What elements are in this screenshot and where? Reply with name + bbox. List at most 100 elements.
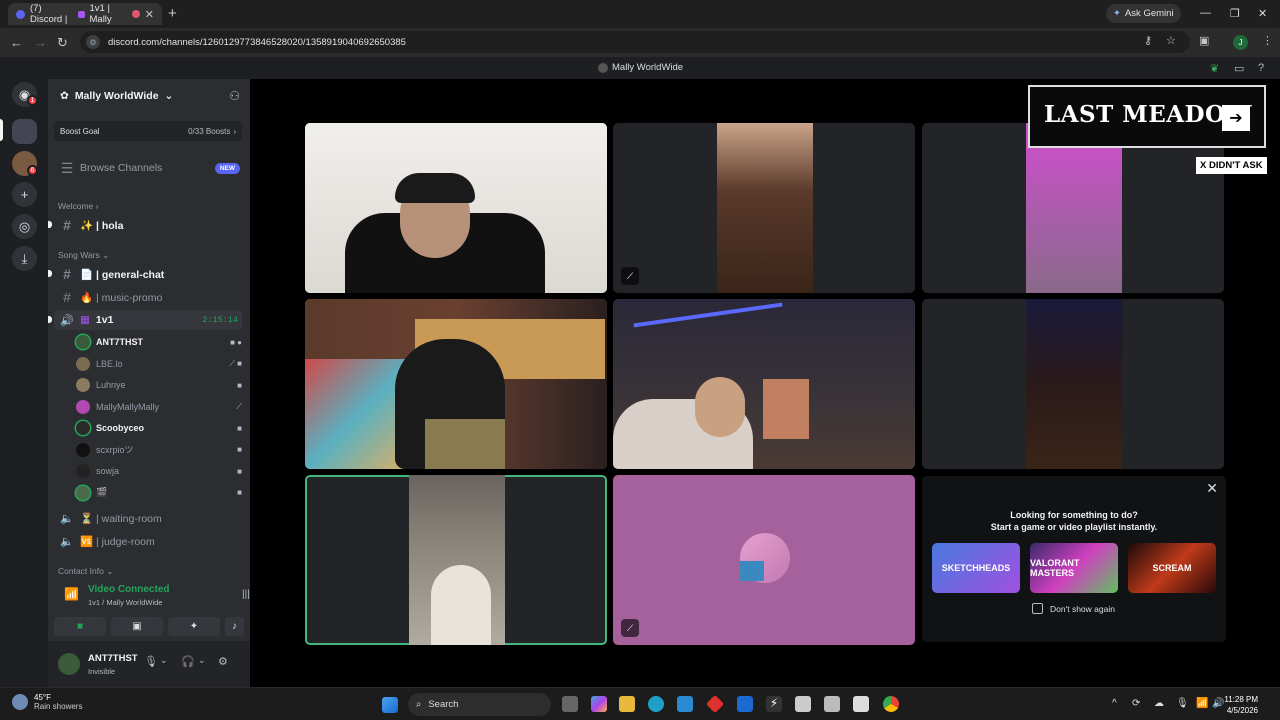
show-hidden-icons[interactable]: ^ xyxy=(1112,698,1117,709)
username[interactable]: ANT7THST xyxy=(88,653,138,664)
video-tile[interactable] xyxy=(922,299,1224,469)
checkbox-icon[interactable] xyxy=(1032,603,1043,614)
taskbar-search[interactable]: ⌕ Search xyxy=(408,693,551,716)
voice-member[interactable]: Scoobyceo ■ xyxy=(76,418,242,438)
voice-status[interactable]: Video Connected xyxy=(88,584,170,595)
video-feed xyxy=(717,123,813,293)
category-song-wars[interactable]: Song Wars ⌄ xyxy=(58,250,109,261)
soundboard-button[interactable]: ♪ xyxy=(225,617,244,636)
volume-icon[interactable]: 🔊 xyxy=(1212,698,1224,709)
voice-member[interactable]: sowja ■ xyxy=(76,461,242,481)
invite-user-icon[interactable]: ⚇ xyxy=(229,89,240,103)
headphones-icon[interactable]: 🎧 xyxy=(181,655,195,668)
category-welcome[interactable]: Welcome › xyxy=(58,201,98,211)
address-bar[interactable]: ⚙ discord.com/channels/12601297738465280… xyxy=(80,31,1190,53)
inbox-icon[interactable]: ▭ xyxy=(1234,62,1244,75)
voice-location[interactable]: 1v1 / Mally WorldWide xyxy=(88,598,162,607)
task-view-icon[interactable] xyxy=(562,696,578,712)
new-tab-button[interactable]: + xyxy=(168,5,177,22)
cloud-icon[interactable]: ☁ xyxy=(1154,698,1164,709)
back-arrow-icon[interactable]: ← xyxy=(10,35,23,50)
video-tile[interactable] xyxy=(305,299,607,469)
video-tile[interactable] xyxy=(613,299,915,469)
noise-suppression-icon[interactable]: ||| xyxy=(242,589,250,600)
voice-member[interactable]: scxrpioツ ■ xyxy=(76,440,242,460)
close-tab-icon[interactable]: ✕ xyxy=(145,8,154,21)
voice-channel-1v1[interactable]: 🔊 ▦ 1v1 2:15:14 xyxy=(48,310,242,330)
forward-arrow-icon[interactable]: → xyxy=(34,35,47,50)
activity-card[interactable]: SKETCHHEADS xyxy=(932,543,1020,593)
channel-label: ⏳ | waiting-room xyxy=(80,512,162,525)
server-mally-worldwide[interactable] xyxy=(12,119,37,144)
voice-channel-judge-room[interactable]: 🔈 🆚 | judge-room xyxy=(54,531,242,551)
bookmark-star-icon[interactable]: ☆ xyxy=(1166,34,1176,47)
download-icon[interactable]: ⤓ xyxy=(12,246,37,271)
side-panel-icon[interactable]: ▣ xyxy=(1199,34,1209,47)
video-tile[interactable]: ⟋ xyxy=(613,475,915,645)
voice-member[interactable]: MallyMallyMally ⟋ xyxy=(76,397,242,417)
chevron-down-icon[interactable]: ⌄ xyxy=(160,655,168,666)
chrome-icon[interactable] xyxy=(883,696,899,712)
profile-avatar[interactable]: J xyxy=(1233,35,1248,50)
voice-member[interactable]: LBE.lo ⟋ ■ xyxy=(76,354,242,374)
app-icon[interactable] xyxy=(705,694,725,714)
activity-card[interactable]: SCREAM xyxy=(1128,543,1216,593)
system-clock[interactable]: 11:28 PM 4/5/2026 xyxy=(1224,694,1258,716)
video-tile[interactable]: ⟋ xyxy=(613,123,915,293)
copilot-icon[interactable] xyxy=(591,696,607,712)
camera-button[interactable]: ■ xyxy=(54,617,106,636)
store-icon[interactable] xyxy=(677,696,693,712)
dropbox-icon[interactable] xyxy=(737,696,753,712)
video-tile[interactable] xyxy=(305,475,607,645)
microphone-icon[interactable]: 🎙 xyxy=(1176,698,1189,709)
sync-icon[interactable]: ⟳ xyxy=(1132,698,1140,709)
signal-icon[interactable]: 📶 xyxy=(64,587,79,601)
weather-widget[interactable]: 45°F Rain showers xyxy=(12,693,82,711)
video-tile[interactable] xyxy=(305,123,607,293)
app-icon[interactable] xyxy=(795,696,811,712)
voice-member[interactable]: Luhnye ■ xyxy=(76,375,242,395)
member-status-icons: ⟋ ■ xyxy=(229,358,242,368)
browser-tab[interactable]: (7) Discord | 1v1 | Mally ✕ xyxy=(8,3,162,25)
channel-general-chat[interactable]: # 📄 | general-chat xyxy=(48,264,242,284)
ask-gemini-button[interactable]: ✦ Ask Gemini xyxy=(1106,4,1181,23)
activities-button[interactable]: ✦ xyxy=(168,617,220,636)
boost-goal-bar[interactable]: Boost Goal 0/33 Boosts › xyxy=(54,121,242,141)
channel-music-promo[interactable]: # 🔥 | music-promo xyxy=(54,287,242,307)
more-menu-icon[interactable]: ⋮ xyxy=(1262,34,1273,47)
server-header[interactable]: ✿ Mally WorldWide ⌄ ⚇ xyxy=(48,79,250,113)
edge-browser-icon[interactable] xyxy=(648,696,664,712)
video-feed xyxy=(763,379,809,439)
video-tile[interactable] xyxy=(922,123,1224,293)
app-icon[interactable]: ⚡ xyxy=(766,696,782,712)
discover-compass-icon[interactable]: ◎ xyxy=(12,214,37,239)
file-explorer-icon[interactable] xyxy=(619,696,635,712)
activity-card[interactable]: VALORANT MASTERS xyxy=(1030,543,1118,593)
close-window-icon[interactable]: ✕ xyxy=(1258,7,1267,20)
app-icon[interactable] xyxy=(853,696,869,712)
voice-channel-waiting-room[interactable]: 🔈 ⏳ | waiting-room xyxy=(54,508,242,528)
chevron-down-icon[interactable]: ⌄ xyxy=(198,655,206,666)
windows-start-icon[interactable] xyxy=(382,697,398,713)
reload-icon[interactable]: ↻ xyxy=(57,35,68,51)
help-icon[interactable]: ? xyxy=(1258,62,1264,74)
close-icon[interactable]: ✕ xyxy=(1206,480,1218,497)
password-key-icon[interactable]: ⚷ xyxy=(1144,34,1152,47)
browse-channels-button[interactable]: ☰ Browse Channels NEW xyxy=(54,158,242,178)
voice-member[interactable]: ANT7THST ■ ● xyxy=(76,332,242,352)
avatar[interactable] xyxy=(58,653,80,675)
minimize-icon[interactable]: — xyxy=(1200,7,1211,19)
app-icon[interactable] xyxy=(824,696,840,712)
channel-hola[interactable]: # ✨ | hola xyxy=(48,215,242,235)
voice-member[interactable]: 🎬 ■ xyxy=(76,483,242,503)
screen-share-button[interactable]: ▣ xyxy=(111,617,163,636)
nitro-leaf-icon[interactable]: ❦ xyxy=(1210,62,1219,75)
site-info-icon[interactable]: ⚙ xyxy=(86,35,100,49)
dont-show-again-checkbox[interactable]: Don't show again xyxy=(1032,603,1115,614)
activity-subheading: Start a game or video playlist instantly… xyxy=(990,522,1158,532)
restore-icon[interactable]: ❐ xyxy=(1230,7,1240,20)
wifi-icon[interactable]: 📶 xyxy=(1196,698,1208,709)
add-server-icon[interactable]: + xyxy=(12,182,37,207)
microphone-icon[interactable]: 🎙 xyxy=(144,655,158,668)
settings-gear-icon[interactable]: ⚙ xyxy=(218,655,228,668)
